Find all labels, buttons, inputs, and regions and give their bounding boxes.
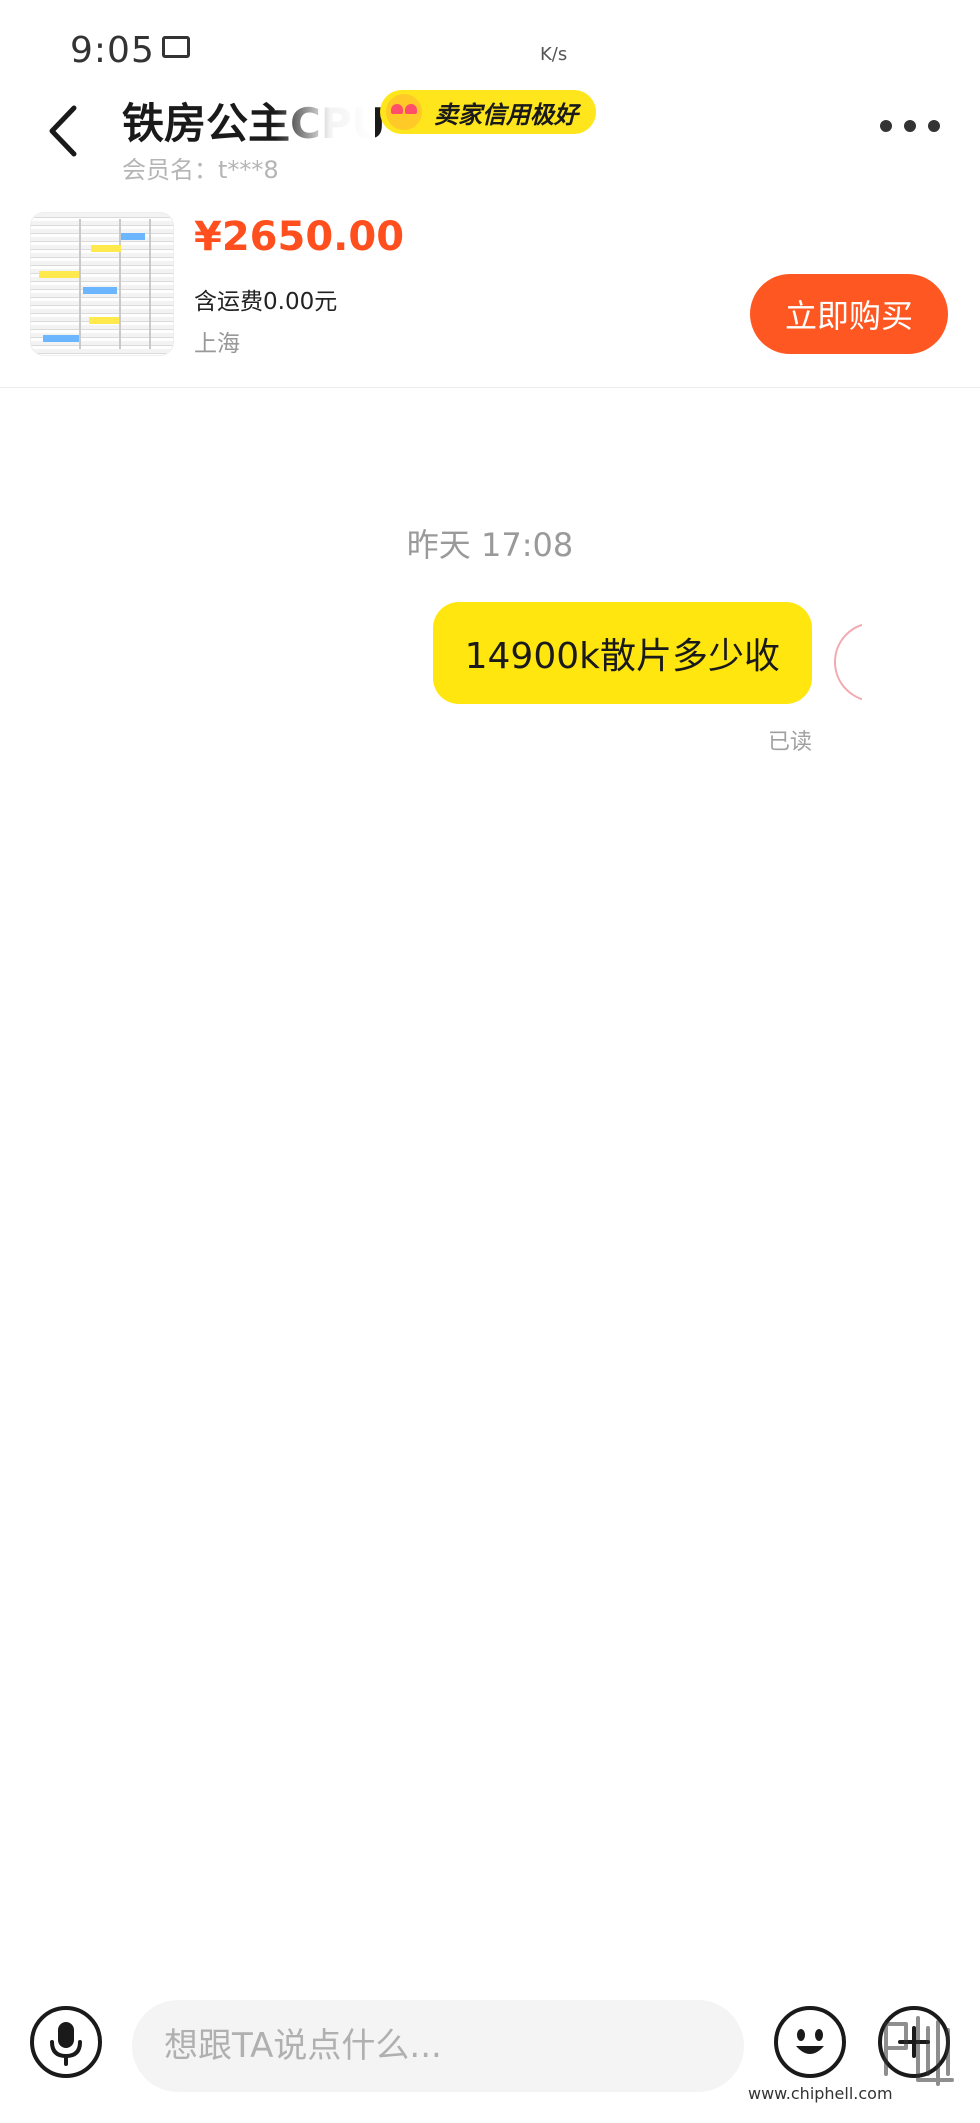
- message-input[interactable]: [132, 2000, 744, 2092]
- product-card[interactable]: ¥2650.00 含运费0.00元 上海 立即购买: [0, 196, 980, 388]
- message-timestamp: 昨天 17:08: [406, 526, 574, 564]
- more-horizontal-icon: [928, 120, 940, 132]
- thumb-highlight: [89, 317, 119, 324]
- notification-icon: [162, 36, 190, 58]
- chat-header: 铁房公主CPU 卖家信用极好 会员名：t***8: [0, 70, 980, 190]
- product-thumbnail[interactable]: [30, 212, 174, 356]
- buy-now-button[interactable]: 立即购买: [750, 274, 948, 354]
- thumb-rule: [149, 219, 151, 349]
- avatar[interactable]: [834, 622, 862, 702]
- member-id: t***8: [218, 156, 279, 184]
- thumb-highlight: [121, 233, 145, 240]
- thumb-highlight: [91, 245, 121, 252]
- status-time: 9:05: [70, 30, 155, 70]
- more-horizontal-icon: [880, 120, 892, 132]
- thumb-rule: [79, 219, 81, 349]
- member-label: 会员名：: [122, 156, 218, 184]
- seller-name-fade: [275, 85, 375, 145]
- member-info: 会员名：t***8: [122, 150, 279, 185]
- back-button[interactable]: [36, 96, 96, 166]
- credit-badge[interactable]: 卖家信用极好: [380, 90, 596, 134]
- voice-button[interactable]: [30, 2006, 102, 2078]
- watermark-text: www.chiphell.com: [748, 2084, 893, 2103]
- status-bar: 9:05 K/s: [0, 0, 980, 70]
- emoji-button[interactable]: [774, 2006, 846, 2078]
- thumb-highlight: [39, 271, 79, 278]
- credit-badge-label: 卖家信用极好: [434, 100, 578, 129]
- thumb-highlight: [83, 287, 117, 294]
- microphone-icon: [50, 2022, 82, 2066]
- more-button[interactable]: [880, 116, 940, 136]
- network-speed: K/s: [540, 44, 568, 65]
- chevron-left-icon: [49, 105, 77, 157]
- product-price: ¥2650.00: [194, 214, 405, 260]
- product-location: 上海: [194, 331, 240, 357]
- more-horizontal-icon: [904, 120, 916, 132]
- message-bubble[interactable]: 14900k散片多少收: [432, 602, 812, 704]
- thumb-highlight: [43, 335, 79, 342]
- shipping-info: 含运费0.00元: [194, 289, 338, 315]
- chiphell-logo-icon: [884, 2016, 954, 2086]
- read-status: 已读: [767, 730, 812, 755]
- heart-eyes-icon: [386, 94, 422, 130]
- chat-area[interactable]: 昨天 17:08 14900k散片多少收 已读: [0, 390, 980, 1970]
- smiley-icon: [796, 2029, 824, 2054]
